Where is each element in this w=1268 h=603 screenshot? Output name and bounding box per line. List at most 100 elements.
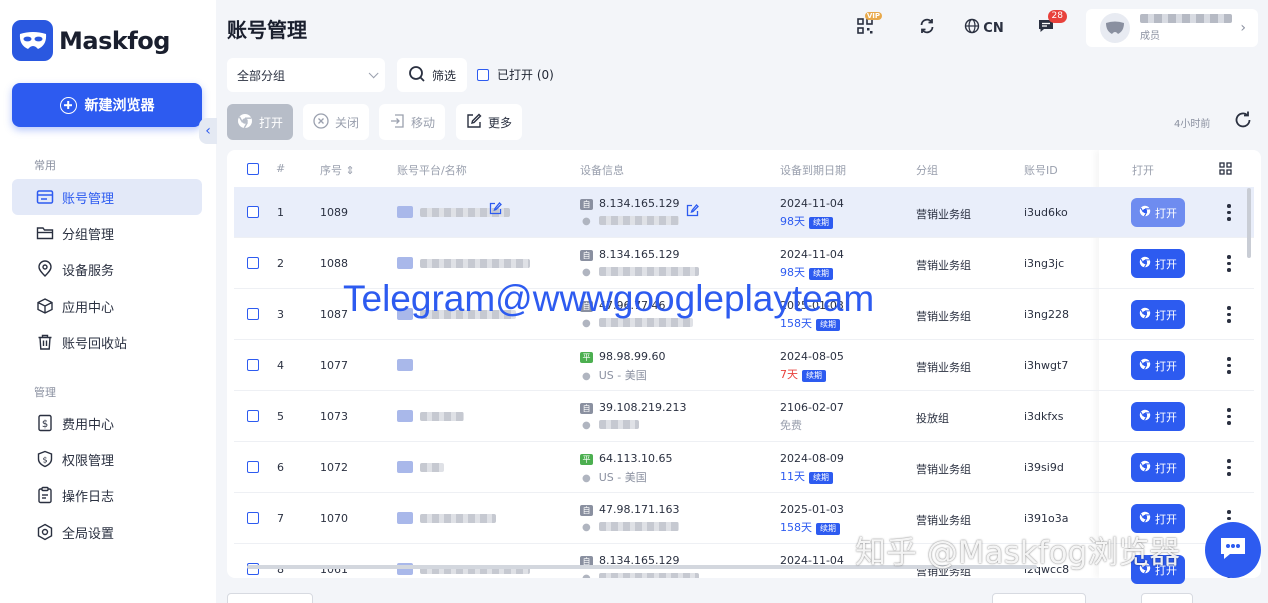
row-more-menu[interactable] xyxy=(1225,357,1233,374)
location-pin-icon: ● xyxy=(582,522,591,533)
more-actions-button[interactable]: 更多 xyxy=(456,104,522,140)
sidebar-item-label: 应用中心 xyxy=(62,300,115,316)
row-checkbox[interactable] xyxy=(247,461,259,473)
sidebar-item-account-management[interactable]: 账号管理 xyxy=(12,179,202,215)
sidebar-item-label: 费用中心 xyxy=(62,417,115,433)
brand-logo[interactable]: Maskfog xyxy=(12,20,170,61)
open-browser-button[interactable]: 打开 xyxy=(1131,351,1185,380)
section-label-manage: 管理 xyxy=(34,386,56,399)
pagination-control[interactable] xyxy=(992,593,1086,603)
col-header-serial[interactable]: 序号 ⇕ xyxy=(320,162,355,178)
support-chat-button[interactable] xyxy=(1205,522,1261,578)
renew-button[interactable]: 续期 xyxy=(816,523,840,535)
renew-button[interactable]: 续期 xyxy=(802,370,826,382)
row-checkbox[interactable] xyxy=(247,206,259,218)
sidebar-item-group-management[interactable]: 分组管理 xyxy=(12,215,202,251)
opened-only-checkbox[interactable]: 已打开 (0) xyxy=(477,66,554,83)
batch-move-label: 移动 xyxy=(410,115,435,130)
qr-code-button[interactable]: VIP xyxy=(856,12,882,39)
renew-button[interactable]: 续期 xyxy=(809,217,833,229)
platform-icon xyxy=(397,206,413,218)
row-more-menu[interactable] xyxy=(1225,306,1233,323)
select-all-checkbox[interactable] xyxy=(247,163,259,175)
edit-name-icon[interactable] xyxy=(489,202,502,219)
open-browser-button[interactable]: 打开 xyxy=(1131,300,1185,329)
open-label: 打开 xyxy=(1155,410,1177,424)
table-row[interactable]: 6 1072 平 64.113.10.65 ● US - 美国 2024-08-09 11天续… xyxy=(234,442,1254,493)
sidebar-item-device-service[interactable]: 设备服务 xyxy=(12,251,202,287)
sidebar-item-global-settings[interactable]: 全局设置 xyxy=(12,514,202,550)
row-checkbox[interactable] xyxy=(247,359,259,371)
language-switcher[interactable]: CN xyxy=(964,17,1004,39)
device-ip: 自 8.134.165.129 xyxy=(580,248,679,261)
dot xyxy=(1227,421,1231,425)
row-checkbox[interactable] xyxy=(247,512,259,524)
sidebar-item-label: 操作日志 xyxy=(62,489,115,505)
dot xyxy=(1227,510,1231,514)
chrome-icon xyxy=(1139,307,1151,322)
edit-device-icon[interactable] xyxy=(686,204,699,221)
account-card-icon xyxy=(36,188,54,206)
platform-icon xyxy=(397,512,413,524)
device-location-redacted xyxy=(598,216,679,225)
device-ip-text: 8.134.165.129 xyxy=(599,197,680,210)
refresh-button[interactable] xyxy=(1226,104,1260,140)
renew-button[interactable]: 续期 xyxy=(809,472,833,484)
sidebar-item-permissions[interactable]: $ 权限管理 xyxy=(12,441,202,477)
row-more-menu[interactable] xyxy=(1225,408,1233,425)
row-more-menu[interactable] xyxy=(1225,204,1233,221)
new-browser-button[interactable]: 新建浏览器 xyxy=(12,83,202,127)
checkbox[interactable] xyxy=(477,68,489,81)
expiry-date: 2024-08-05 xyxy=(780,350,844,363)
table-row[interactable]: 1 1089 自 8.134.165.129 ● 2024-11-04 98天 续期 营销业务组… xyxy=(234,187,1254,238)
group-select[interactable]: 全部分组 xyxy=(227,58,385,92)
device-location: ● US - 美国 xyxy=(582,469,647,485)
row-account-id: i3dkfxs xyxy=(1024,410,1064,423)
close-circle-icon xyxy=(313,112,329,132)
table-row[interactable]: 5 1073 自 39.108.219.213 ● 2106-02-07 免费 投放组 i3dk… xyxy=(234,391,1254,442)
row-account-id: i3ng228 xyxy=(1024,308,1070,321)
user-name-redacted xyxy=(1140,14,1232,23)
dot xyxy=(1227,255,1231,259)
messages-button[interactable]: 28 xyxy=(1037,10,1067,39)
row-more-menu[interactable] xyxy=(1225,255,1233,272)
batch-open-button[interactable]: 打开 xyxy=(227,104,293,140)
open-browser-button[interactable]: 打开 xyxy=(1131,198,1185,227)
row-account-id: i3hwgt7 xyxy=(1024,359,1069,372)
collapse-sidebar-toggle[interactable]: ‹ xyxy=(199,118,217,144)
renew-button[interactable]: 续期 xyxy=(816,319,840,331)
open-browser-button[interactable]: 打开 xyxy=(1131,453,1185,482)
device-ip-text: 98.98.99.60 xyxy=(599,350,666,363)
row-checkbox[interactable] xyxy=(247,410,259,422)
row-checkbox[interactable] xyxy=(247,257,259,269)
filter-button[interactable]: 筛选 xyxy=(397,58,467,92)
col-header-group: 分组 xyxy=(916,164,938,177)
sidebar-item-operation-log[interactable]: 操作日志 xyxy=(12,477,202,513)
open-browser-button[interactable]: 打开 xyxy=(1131,249,1185,278)
device-ip-text: 8.134.165.129 xyxy=(599,248,680,261)
telegram-watermark: Telegram@wwwgoogleplayteam xyxy=(343,278,875,319)
row-checkbox[interactable] xyxy=(247,308,259,320)
vertical-scrollbar[interactable] xyxy=(1247,188,1251,258)
pagination-size-select[interactable] xyxy=(227,593,313,603)
row-group: 营销业务组 xyxy=(916,208,971,221)
sidebar-item-app-center[interactable]: 应用中心 xyxy=(12,288,202,324)
group-select-value: 全部分组 xyxy=(237,68,286,83)
row-serial: 1073 xyxy=(320,410,348,423)
user-profile-menu[interactable]: 成员 › xyxy=(1086,9,1258,47)
batch-close-button[interactable]: 关闭 xyxy=(303,104,369,140)
batch-move-button[interactable]: 移动 xyxy=(379,104,445,140)
table-row[interactable]: 4 1077 平 98.98.99.60 ● US - 美国 2024-08-05 7天 续期 营… xyxy=(234,340,1254,391)
sync-button[interactable] xyxy=(917,17,937,39)
sidebar-item-billing[interactable]: $ 费用中心 xyxy=(12,405,202,441)
open-browser-button[interactable]: 打开 xyxy=(1131,402,1185,431)
pagination-page[interactable] xyxy=(1141,593,1193,603)
row-more-menu[interactable] xyxy=(1225,459,1233,476)
sidebar-item-recycle-bin[interactable]: 账号回收站 xyxy=(12,324,202,360)
platform-icon xyxy=(397,461,413,473)
platform-icon xyxy=(397,410,413,422)
dollar-doc-icon: $ xyxy=(36,414,54,432)
column-settings-icon[interactable] xyxy=(1219,162,1232,179)
chrome-icon xyxy=(1139,205,1151,220)
location-pin-icon xyxy=(36,260,54,278)
